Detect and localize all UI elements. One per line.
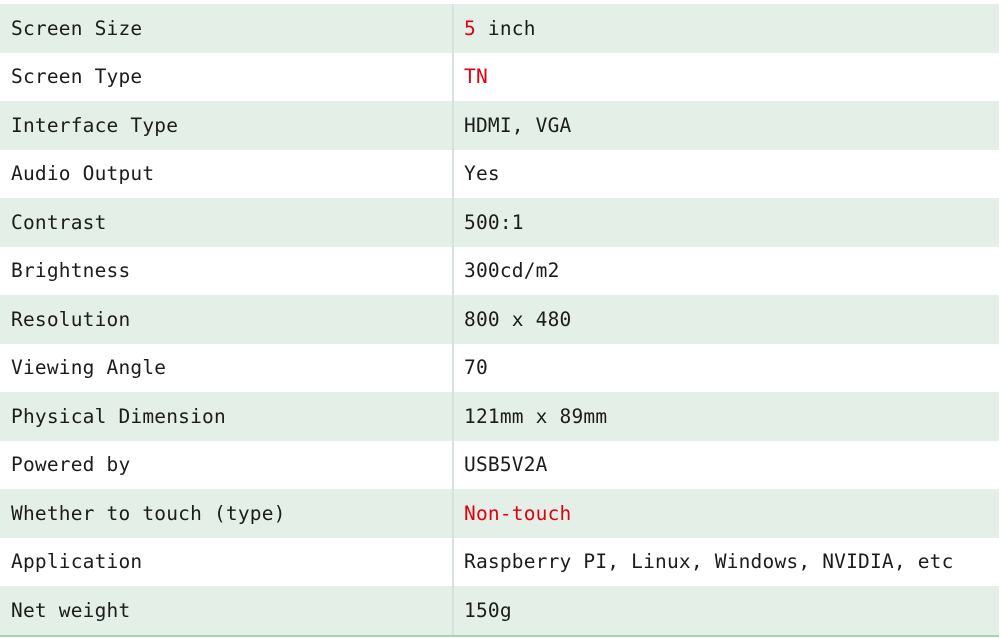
spec-value-highlight: 5	[464, 16, 476, 40]
table-row: Audio Output Yes	[0, 149, 999, 198]
spec-label: Viewing Angle	[0, 343, 454, 392]
table-row: Interface Type HDMI, VGA	[0, 101, 999, 150]
spec-value: TN	[453, 52, 999, 101]
spec-label: Powered by	[0, 440, 454, 489]
table-row: Whether to touch (type) Non-touch	[0, 489, 999, 538]
spec-value: 70	[453, 343, 999, 392]
table-row: Physical Dimension 121mm x 89mm	[0, 392, 999, 441]
spec-value: 800 x 480	[453, 295, 999, 344]
spec-value: 121mm x 89mm	[453, 392, 999, 441]
spec-label: Application	[0, 537, 454, 586]
table-row: Resolution 800 x 480	[0, 295, 999, 344]
spec-value: HDMI, VGA	[453, 101, 999, 150]
table-row: Screen Size 5 inch	[0, 4, 999, 53]
spec-value: 300cd/m2	[453, 246, 999, 295]
spec-label: Screen Size	[0, 4, 454, 53]
spec-value: Raspberry PI, Linux, Windows, NVIDIA, et…	[453, 537, 999, 586]
spec-label: Screen Type	[0, 52, 454, 101]
table-row: Contrast 500:1	[0, 198, 999, 247]
spec-label: Net weight	[0, 586, 454, 637]
table-row: Brightness 300cd/m2	[0, 246, 999, 295]
spec-label: Contrast	[0, 198, 454, 247]
spec-value: 150g	[453, 586, 999, 637]
spec-value-highlight: TN	[464, 65, 488, 89]
spec-value: Yes	[453, 149, 999, 198]
spec-label: Brightness	[0, 246, 454, 295]
spec-value: Non-touch	[453, 489, 999, 538]
spec-label: Interface Type	[0, 101, 454, 150]
table-row: Powered by USB5V2A	[0, 440, 999, 489]
table-row: Screen Type TN	[0, 52, 999, 101]
spec-label: Whether to touch (type)	[0, 489, 454, 538]
spec-value: USB5V2A	[453, 440, 999, 489]
spec-label: Resolution	[0, 295, 454, 344]
spec-value-highlight: Non-touch	[464, 501, 572, 525]
spec-value: 500:1	[453, 198, 999, 247]
table-row: Application Raspberry PI, Linux, Windows…	[0, 537, 999, 586]
spec-label: Audio Output	[0, 149, 454, 198]
table-row: Net weight 150g	[0, 586, 999, 637]
spec-value-text: inch	[475, 16, 536, 40]
spec-table: Screen Size 5 inch Screen Type TN Interf…	[0, 4, 999, 637]
spec-value: 5 inch	[453, 4, 999, 53]
spec-label: Physical Dimension	[0, 392, 454, 441]
table-row: Viewing Angle 70	[0, 343, 999, 392]
